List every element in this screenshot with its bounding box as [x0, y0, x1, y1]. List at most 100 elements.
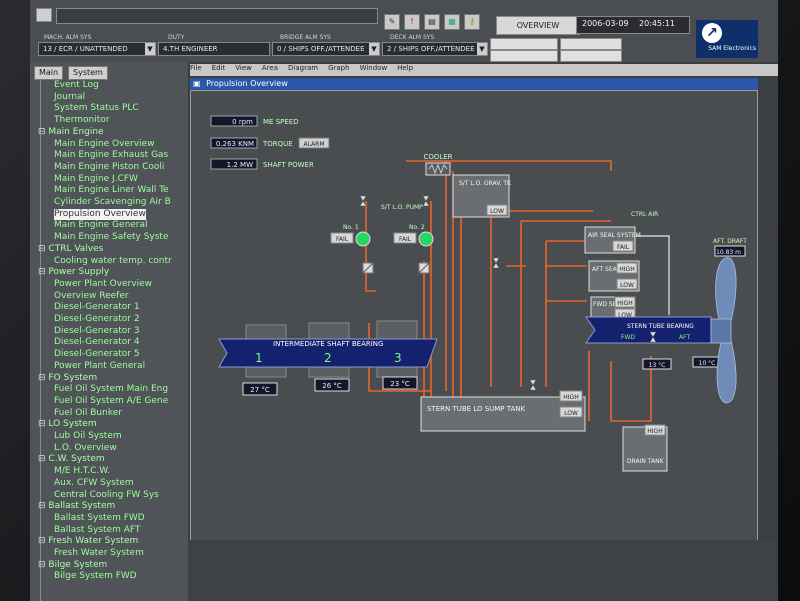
tree-item-label: Ballast System — [48, 501, 116, 512]
tree-item[interactable]: Power Plant Overview — [54, 279, 152, 290]
deck-alm-select[interactable]: 2 / SHIPS OFF./ATTENDEE ▼ — [382, 42, 488, 56]
tree-item[interactable]: Journal — [54, 92, 85, 103]
tree-item-label: Cylinder Scavenging Air B — [54, 197, 171, 207]
tree-item[interactable]: System Status PLC — [54, 103, 139, 114]
tree-group[interactable]: ⊟ LO System — [38, 419, 97, 430]
collapse-icon[interactable]: ⊟ — [38, 127, 48, 137]
tree-item[interactable]: Lub Oil System — [54, 431, 122, 442]
window-icon: ▣ — [193, 79, 201, 88]
tab-system[interactable]: System — [68, 66, 108, 80]
torque-value: 0.263 KNM — [216, 140, 254, 148]
menu-area[interactable]: Area — [262, 64, 278, 72]
tree-item[interactable]: Ballast System FWD — [54, 513, 145, 524]
pump-2[interactable]: No. 2 FAIL — [393, 224, 434, 274]
overview-button[interactable]: OVERVIEW — [496, 16, 580, 35]
mach-alm-select[interactable]: 13 / ECR / UNATTENDED ▼ — [38, 42, 156, 56]
grav-tank-label: S/T L.O. GRAV. TK — [459, 180, 512, 187]
readout-me-speed: 0 rpm ME SPEED — [210, 115, 299, 127]
tool-button-4[interactable]: ▦ — [444, 14, 460, 30]
tree-item[interactable]: Overview Reefer — [54, 291, 129, 302]
menu-edit[interactable]: Edit — [212, 64, 226, 72]
tree-item[interactable]: Main Engine Exhaust Gas — [54, 150, 168, 161]
dropdown-arrow-icon[interactable]: ▼ — [477, 43, 487, 55]
tree-group[interactable]: ⊟ Ballast System — [38, 501, 115, 512]
tree-item[interactable]: L.O. Overview — [54, 443, 117, 454]
collapse-icon[interactable]: ⊟ — [38, 560, 48, 570]
shaft-power-value: 1.2 MW — [227, 161, 253, 169]
tree-item-label: Fresh Water System — [54, 548, 144, 558]
bearing-2-temp: 26 °C — [322, 382, 342, 390]
tree-item-label: Main Engine Liner Wall Te — [54, 185, 169, 196]
tree-item[interactable]: Ballast System AFT — [54, 525, 140, 536]
tree-item[interactable]: Thermonitor — [54, 115, 110, 126]
key-icon[interactable]: ⚷ — [464, 14, 480, 30]
bridge-alm-select[interactable]: 0 / SHIPS OFF./ATTENDEE ▼ — [272, 42, 380, 56]
tree-item[interactable]: Diesel-Generator 3 — [54, 326, 140, 337]
tool-button-2[interactable]: ! — [404, 14, 420, 30]
pump-1-name: No. 1 — [343, 224, 359, 231]
tree-group[interactable]: ⊟ C.W. System — [38, 454, 105, 465]
tree-item[interactable]: Diesel-Generator 1 — [54, 302, 140, 313]
menu-view[interactable]: View — [235, 64, 252, 72]
menu-window[interactable]: Window — [360, 64, 388, 72]
tree-item[interactable]: Diesel-Generator 4 — [54, 337, 140, 348]
stern-tube-bearing: STERN TUBE BEARING FWD AFT 13 °C 10 °C — [585, 316, 722, 370]
tree-item[interactable]: Power Plant General — [54, 361, 145, 372]
tab-main[interactable]: Main — [34, 66, 64, 80]
tree-item[interactable]: Main Engine J.CFW — [54, 174, 138, 185]
stern-aft-temp: 10 °C — [699, 360, 716, 367]
tree-item-label: Main Engine Piston Cooli — [54, 161, 165, 172]
tree-item[interactable]: Event Log — [54, 80, 99, 91]
tree-item[interactable]: Main Engine Liner Wall Te — [54, 185, 169, 196]
tree-item[interactable]: Main Engine Piston Cooli — [54, 162, 164, 173]
collapse-icon[interactable]: ⊟ — [38, 373, 48, 383]
tree-item[interactable]: Central Cooling FW Sys — [54, 490, 159, 501]
tree-item[interactable]: Fresh Water System — [54, 548, 144, 559]
menu-help[interactable]: Help — [397, 64, 413, 72]
tree-item[interactable]: Fuel Oil System A/E Gene — [54, 396, 168, 407]
tree-item[interactable]: Cylinder Scavenging Air B — [54, 197, 171, 208]
tree-item[interactable]: Aux. CFW System — [54, 478, 134, 489]
collapse-icon[interactable]: ⊟ — [38, 454, 48, 464]
tree-item[interactable]: Main Engine Safety Syste — [54, 232, 169, 243]
tree-group[interactable]: ⊟ Main Engine — [38, 127, 104, 138]
tree-item[interactable]: Diesel-Generator 5 — [54, 349, 140, 360]
tree-item[interactable]: Fuel Oil System Main Eng — [54, 384, 168, 395]
tree-item[interactable]: Cooling water temp. contr — [54, 256, 172, 267]
collapse-icon[interactable]: ⊟ — [38, 419, 48, 429]
tree-item-label: Power Plant General — [54, 360, 146, 371]
collapse-icon[interactable]: ⊟ — [38, 244, 48, 254]
dropdown-arrow-icon[interactable]: ▼ — [369, 43, 379, 55]
tree-group[interactable]: ⊟ Fresh Water System — [38, 536, 138, 547]
tool-button-1[interactable]: ✎ — [384, 14, 400, 30]
logo-mark-icon: ↗ — [702, 23, 722, 43]
tree-group[interactable]: ⊟ Power Supply — [38, 267, 109, 278]
collapse-icon[interactable]: ⊟ — [38, 536, 48, 546]
me-speed-label: ME SPEED — [263, 118, 299, 126]
menu-diagram[interactable]: Diagram — [288, 64, 318, 72]
tree-item[interactable]: M/E H.T.C.W. — [54, 466, 110, 477]
tree-item-label: Diesel-Generator 2 — [54, 314, 140, 324]
tree-item[interactable]: Bilge System FWD — [54, 571, 137, 582]
bearing-number-3: 3 — [394, 351, 402, 365]
dropdown-arrow-icon[interactable]: ▼ — [145, 43, 155, 55]
tree-item[interactable]: Fuel Oil Bunker — [54, 408, 122, 419]
tree-item[interactable]: Propulsion Overview — [54, 208, 146, 220]
collapse-icon[interactable]: ⊟ — [38, 501, 48, 511]
tree-item[interactable]: Diesel-Generator 2 — [54, 314, 140, 325]
tree-group[interactable]: ⊟ Bilge System — [38, 560, 107, 571]
navigation-panel: Main System Event Log Journal System Status… — [30, 62, 188, 601]
tree-item[interactable]: Main Engine General — [54, 220, 148, 231]
tree-group[interactable]: ⊟ CTRL Valves — [38, 244, 103, 255]
drain-tank-label: DRAIN TANK — [627, 458, 665, 465]
menu-file[interactable]: File — [190, 64, 202, 72]
collapse-icon[interactable]: ⊟ — [38, 267, 48, 277]
tree-item[interactable]: Main Engine Overview — [54, 139, 154, 150]
pump-1-fail: FAIL — [336, 236, 349, 243]
tool-button-3[interactable]: ▤ — [424, 14, 440, 30]
sump-tank-label: STERN TUBE LO SUMP TANK — [427, 405, 526, 413]
menu-graph[interactable]: Graph — [328, 64, 349, 72]
tree-item-label: M/E H.T.C.W. — [54, 466, 110, 477]
tree-group[interactable]: ⊟ FO System — [38, 373, 97, 384]
screen: ✎ ! ▤ ▦ ⚷ OVERVIEW 2006-03-09 20:45:11 M… — [30, 0, 778, 601]
